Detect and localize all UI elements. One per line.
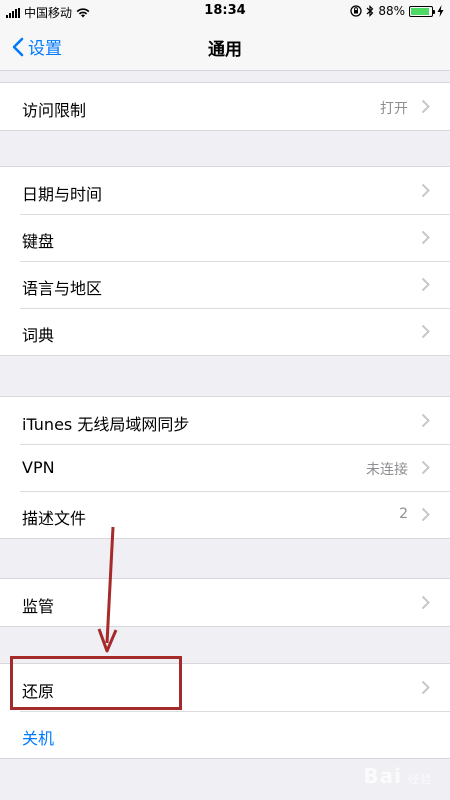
row-supervision[interactable]: 监管 xyxy=(0,579,450,626)
row-vpn[interactable]: VPN 未连接 xyxy=(0,444,450,491)
battery-icon xyxy=(409,5,435,17)
row-label: 描述文件 xyxy=(22,509,87,528)
chevron-right-icon xyxy=(421,230,430,245)
battery-percent: 88% xyxy=(378,4,405,18)
chevron-right-icon xyxy=(421,413,430,428)
section-supervision: 监管 xyxy=(0,578,450,627)
chevron-right-icon xyxy=(421,183,430,198)
row-profiles[interactable]: 描述文件 2 xyxy=(0,491,450,538)
row-language-region[interactable]: 语言与地区 xyxy=(0,261,450,308)
annotation-highlight-box xyxy=(10,656,182,710)
row-label: 词典 xyxy=(22,326,55,345)
section-general: 日期与时间 键盘 语言与地区 词典 xyxy=(0,166,450,356)
watermark-logo: Bai 经验 xyxy=(363,764,432,788)
section-sync: iTunes 无线局域网同步 VPN 未连接 描述文件 2 xyxy=(0,396,450,539)
row-value: 未连接 xyxy=(366,462,408,478)
battery-level xyxy=(411,7,429,15)
page-title: 通用 xyxy=(208,40,242,60)
charging-bolt-icon xyxy=(437,5,444,17)
status-bar: 中国移动 18:34 88% xyxy=(0,0,450,22)
chevron-right-icon xyxy=(421,324,430,339)
row-date-time[interactable]: 日期与时间 xyxy=(0,167,450,214)
chevron-right-icon xyxy=(421,99,430,114)
chevron-right-icon xyxy=(421,680,430,695)
row-label: 日期与时间 xyxy=(22,185,103,204)
annotation-arrow-icon xyxy=(97,526,118,653)
chevron-right-icon xyxy=(421,460,430,475)
orientation-lock-icon xyxy=(350,5,362,17)
chevron-right-icon xyxy=(421,595,430,610)
chevron-right-icon xyxy=(421,277,430,292)
row-dictionary[interactable]: 词典 xyxy=(0,308,450,355)
row-keyboard[interactable]: 键盘 xyxy=(0,214,450,261)
row-label: iTunes 无线局域网同步 xyxy=(22,415,190,434)
row-label: 语言与地区 xyxy=(22,279,103,298)
row-shut-down[interactable]: 关机 xyxy=(0,711,450,758)
watermark-sub: 经验 xyxy=(408,773,432,786)
watermark-brand: Bai xyxy=(363,764,402,788)
navigation-bar: 设置 通用 xyxy=(0,22,450,71)
row-label: VPN xyxy=(22,458,55,477)
chevron-right-icon xyxy=(421,507,430,522)
row-value: 打开 xyxy=(380,101,408,117)
row-label: 访问限制 xyxy=(22,101,87,120)
row-label: 监管 xyxy=(22,597,55,616)
section-restrictions: 访问限制 打开 xyxy=(0,82,450,131)
row-itunes-wifi-sync[interactable]: iTunes 无线局域网同步 xyxy=(0,397,450,444)
row-restrictions[interactable]: 访问限制 打开 xyxy=(0,83,450,130)
row-label: 键盘 xyxy=(22,232,55,251)
shut-down-link: 关机 xyxy=(22,729,55,748)
row-value: 2 xyxy=(399,506,408,522)
bluetooth-icon xyxy=(366,5,374,17)
